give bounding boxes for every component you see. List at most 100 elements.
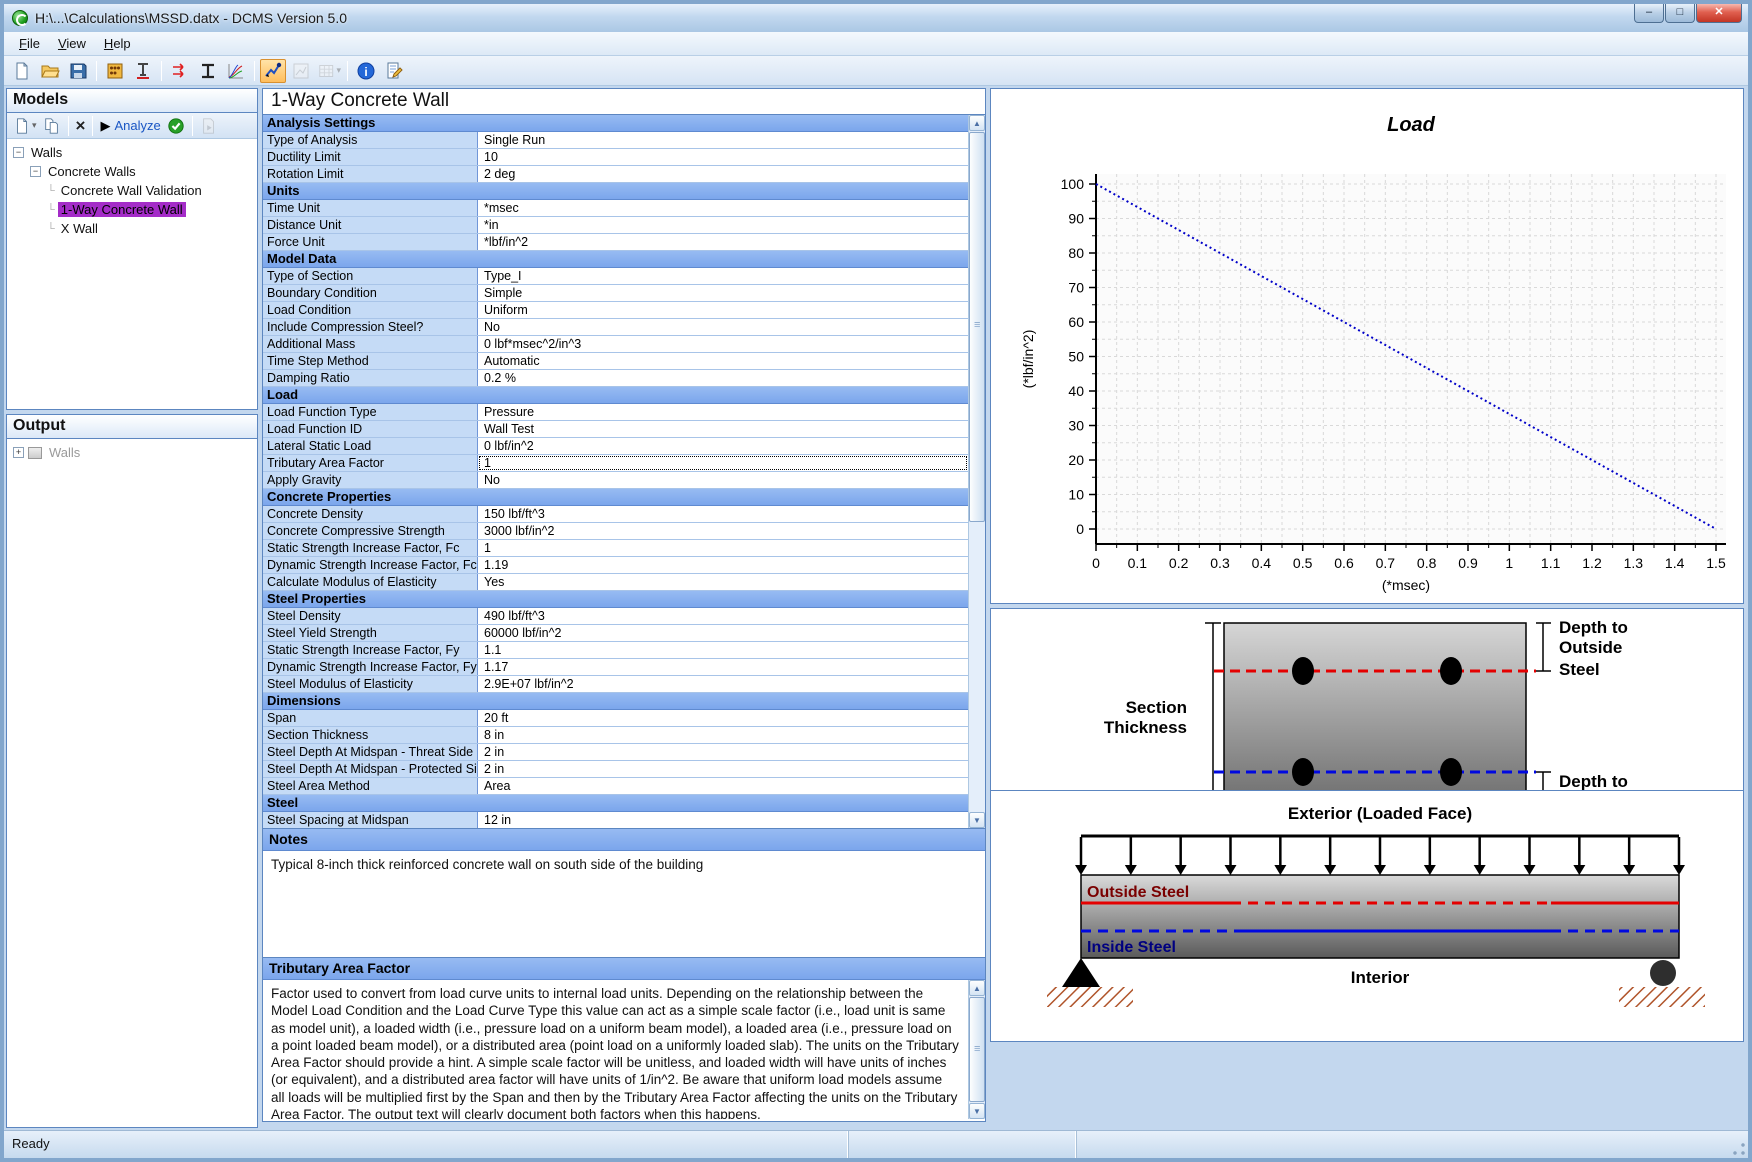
grid-row-value[interactable]: 150 lbf/ft^3 bbox=[478, 506, 968, 522]
analyze-probe-button[interactable] bbox=[260, 59, 286, 83]
tree-item-walls[interactable]: + Walls bbox=[9, 443, 255, 462]
grid-row-value[interactable]: Single Run bbox=[478, 132, 968, 148]
collapse-icon[interactable]: − bbox=[13, 147, 24, 158]
grid-row-value[interactable]: 0 lbf*msec^2/in^3 bbox=[478, 336, 968, 352]
grid-row-value[interactable]: 10 bbox=[478, 149, 968, 165]
grid-row-label: Concrete Compressive Strength bbox=[263, 523, 478, 539]
units-button[interactable] bbox=[102, 59, 128, 83]
scroll-up-icon[interactable]: ▲ bbox=[969, 115, 985, 131]
save-file-button[interactable] bbox=[65, 59, 91, 83]
tree-label[interactable]: Concrete Wall Validation bbox=[58, 183, 205, 198]
run-batch-button[interactable] bbox=[197, 115, 221, 137]
tree-item-1-way-concrete-wall[interactable]: └1-Way Concrete Wall bbox=[9, 200, 255, 219]
collapse-icon[interactable]: − bbox=[30, 166, 41, 177]
grid-row-value[interactable]: 1.1 bbox=[478, 642, 968, 658]
svg-text:1.2: 1.2 bbox=[1582, 555, 1602, 571]
scroll-up-icon[interactable]: ▲ bbox=[969, 980, 985, 996]
delete-icon: × bbox=[76, 118, 86, 134]
material-curves-button[interactable] bbox=[223, 59, 249, 83]
tree-label[interactable]: X Wall bbox=[58, 221, 101, 236]
grid-row-value[interactable]: 2 deg bbox=[478, 166, 968, 182]
menu-view[interactable]: View bbox=[49, 33, 95, 54]
grid-row: Damping Ratio0.2 % bbox=[263, 370, 968, 387]
grid-row: Additional Mass0 lbf*msec^2/in^3 bbox=[263, 336, 968, 353]
grid-row-value[interactable]: Type_I bbox=[478, 268, 968, 284]
grid-scroll-thumb[interactable] bbox=[969, 132, 985, 522]
grid-row-value[interactable]: 3000 lbf/in^2 bbox=[478, 523, 968, 539]
menu-file[interactable]: File bbox=[10, 33, 49, 54]
tree-label[interactable]: Concrete Walls bbox=[45, 164, 139, 179]
grid-row-label: Lateral Static Load bbox=[263, 438, 478, 454]
grid-row-value[interactable]: 1.17 bbox=[478, 659, 968, 675]
grid-row-value[interactable]: *lbf/in^2 bbox=[478, 234, 968, 250]
tree-item-concrete-walls[interactable]: −Concrete Walls bbox=[9, 162, 255, 181]
grid-row-value[interactable]: 0 lbf/in^2 bbox=[478, 438, 968, 454]
grid-row-value[interactable]: 490 lbf/ft^3 bbox=[478, 608, 968, 624]
grid-row-value[interactable]: 1 bbox=[478, 455, 968, 471]
new-file-button[interactable] bbox=[9, 59, 35, 83]
info-button[interactable]: i bbox=[353, 59, 379, 83]
tree-label[interactable]: Walls bbox=[28, 145, 65, 160]
results-table-icon bbox=[317, 61, 335, 81]
svg-text:Steel: Steel bbox=[1559, 660, 1600, 679]
grid-row-value[interactable]: No bbox=[478, 472, 968, 488]
open-file-button[interactable] bbox=[37, 59, 63, 83]
grid-row-value[interactable]: 2 in bbox=[478, 761, 968, 777]
run-batch-icon bbox=[200, 117, 218, 135]
svg-text:60: 60 bbox=[1068, 314, 1084, 330]
results-table-button[interactable]: ▾ bbox=[316, 59, 342, 83]
scroll-down-icon[interactable]: ▼ bbox=[969, 812, 985, 828]
grid-scrollbar[interactable]: ▲ ▼ bbox=[968, 115, 985, 828]
menu-help[interactable]: Help bbox=[95, 33, 140, 54]
chevron-down-icon[interactable]: ▾ bbox=[336, 65, 341, 76]
minimize-button[interactable]: – bbox=[1634, 4, 1664, 23]
grid-row-value[interactable]: 12 in bbox=[478, 812, 968, 828]
tree-item-x-wall[interactable]: └X Wall bbox=[9, 219, 255, 238]
notes-text[interactable]: Typical 8-inch thick reinforced concrete… bbox=[263, 851, 985, 958]
grid-row-value[interactable]: *msec bbox=[478, 200, 968, 216]
play-icon: ▶ bbox=[100, 118, 110, 134]
grid-row-value[interactable]: Automatic bbox=[478, 353, 968, 369]
new-model-button[interactable]: ▾ bbox=[10, 115, 40, 137]
grid-row-value[interactable]: 1.19 bbox=[478, 557, 968, 573]
grid-row-value[interactable]: 60000 lbf/in^2 bbox=[478, 625, 968, 641]
output-tree: + Walls bbox=[7, 439, 257, 466]
grid-row-value[interactable]: 2.9E+07 lbf/in^2 bbox=[478, 676, 968, 692]
tributary-scroll-thumb[interactable] bbox=[969, 997, 985, 1102]
delete-model-button[interactable]: × bbox=[73, 115, 89, 137]
scroll-down-icon[interactable]: ▼ bbox=[969, 1103, 985, 1119]
menu-bar: File View Help bbox=[4, 32, 1748, 56]
model-group-icon bbox=[28, 447, 42, 459]
tree-label[interactable]: Walls bbox=[46, 445, 83, 460]
maximize-button[interactable]: □ bbox=[1665, 4, 1695, 23]
tree-item-concrete-wall-validation[interactable]: └Concrete Wall Validation bbox=[9, 181, 255, 200]
new-model-icon bbox=[13, 117, 31, 135]
grid-row-value[interactable]: 0.2 % bbox=[478, 370, 968, 386]
tree-label[interactable]: 1-Way Concrete Wall bbox=[58, 202, 186, 217]
copy-model-button[interactable] bbox=[40, 115, 64, 137]
grid-row-value[interactable]: Yes bbox=[478, 574, 968, 590]
section-editor-button[interactable] bbox=[130, 59, 156, 83]
grid-row-value[interactable]: 2 in bbox=[478, 744, 968, 760]
grid-row-value[interactable]: Wall Test bbox=[478, 421, 968, 437]
close-button[interactable]: ✕ bbox=[1696, 4, 1742, 23]
expand-icon[interactable]: + bbox=[13, 447, 24, 458]
grid-row-value[interactable]: 20 ft bbox=[478, 710, 968, 726]
grid-row-value[interactable]: 8 in bbox=[478, 727, 968, 743]
grid-row-value[interactable]: Area bbox=[478, 778, 968, 794]
report-button[interactable] bbox=[381, 59, 407, 83]
cross-section-button[interactable] bbox=[195, 59, 221, 83]
analyze-button[interactable]: ▶ Analyze bbox=[97, 115, 163, 137]
tributary-scrollbar[interactable]: ▲ ▼ bbox=[968, 980, 985, 1119]
grid-row-value[interactable]: Pressure bbox=[478, 404, 968, 420]
results-chart-button[interactable] bbox=[288, 59, 314, 83]
grid-row-value[interactable]: 1 bbox=[478, 540, 968, 556]
load-curve-button[interactable] bbox=[167, 59, 193, 83]
grid-row-value[interactable]: *in bbox=[478, 217, 968, 233]
validate-button[interactable] bbox=[164, 115, 188, 137]
resize-grip[interactable] bbox=[1732, 1142, 1746, 1156]
grid-row-value[interactable]: Uniform bbox=[478, 302, 968, 318]
grid-row-value[interactable]: Simple bbox=[478, 285, 968, 301]
tree-item-walls[interactable]: −Walls bbox=[9, 143, 255, 162]
grid-row-value[interactable]: No bbox=[478, 319, 968, 335]
